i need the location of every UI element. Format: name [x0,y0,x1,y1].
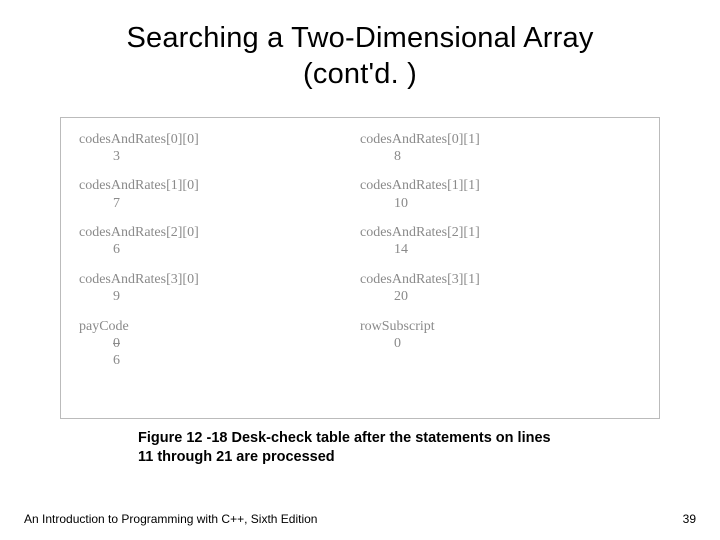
cell-0-1: codesAndRates[0][1] 8 [360,132,641,165]
cell-0-0: codesAndRates[0][0] 3 [79,132,360,165]
array-value: 9 [113,289,120,304]
array-value: 10 [394,196,408,211]
array-label: codesAndRates[1][0] [79,178,360,193]
array-value: 3 [113,149,120,164]
cell-2-1: codesAndRates[2][1] 14 [360,225,641,258]
rowsub-cell: rowSubscript 0 [360,319,641,352]
paycode-cell: payCode 0 6 [79,319,360,369]
paycode-new: 6 [113,353,120,368]
rowsub-value: 0 [394,336,401,351]
cell-1-0: codesAndRates[1][0] 7 [79,178,360,211]
array-label: codesAndRates[0][0] [79,132,360,147]
paycode-old: 0 [113,336,120,351]
array-value: 6 [113,242,120,257]
array-value: 14 [394,242,408,257]
left-column: codesAndRates[0][0] 3 codesAndRates[1][0… [79,132,360,383]
right-column: codesAndRates[0][1] 8 codesAndRates[1][1… [360,132,641,383]
cell-3-0: codesAndRates[3][0] 9 [79,272,360,305]
figure-box: codesAndRates[0][0] 3 codesAndRates[1][0… [60,117,660,419]
paycode-label: payCode [79,319,360,334]
array-label: codesAndRates[0][1] [360,132,641,147]
array-label: codesAndRates[2][1] [360,225,641,240]
title-line-2: (cont'd. ) [303,58,417,90]
page-number: 39 [683,512,696,526]
array-label: codesAndRates[3][1] [360,272,641,287]
cell-3-1: codesAndRates[3][1] 20 [360,272,641,305]
array-label: codesAndRates[1][1] [360,178,641,193]
footer-text: An Introduction to Programming with C++,… [24,512,317,526]
array-value: 8 [394,149,401,164]
figure-caption: Figure 12 -18 Desk-check table after the… [138,429,568,468]
rowsub-label: rowSubscript [360,319,641,334]
array-label: codesAndRates[3][0] [79,272,360,287]
slide-title: Searching a Two-Dimensional Array (cont'… [0,0,720,93]
array-label: codesAndRates[2][0] [79,225,360,240]
array-value: 20 [394,289,408,304]
cell-1-1: codesAndRates[1][1] 10 [360,178,641,211]
array-value: 7 [113,196,120,211]
title-line-1: Searching a Two-Dimensional Array [126,22,593,54]
cell-2-0: codesAndRates[2][0] 6 [79,225,360,258]
footer: An Introduction to Programming with C++,… [24,512,696,526]
